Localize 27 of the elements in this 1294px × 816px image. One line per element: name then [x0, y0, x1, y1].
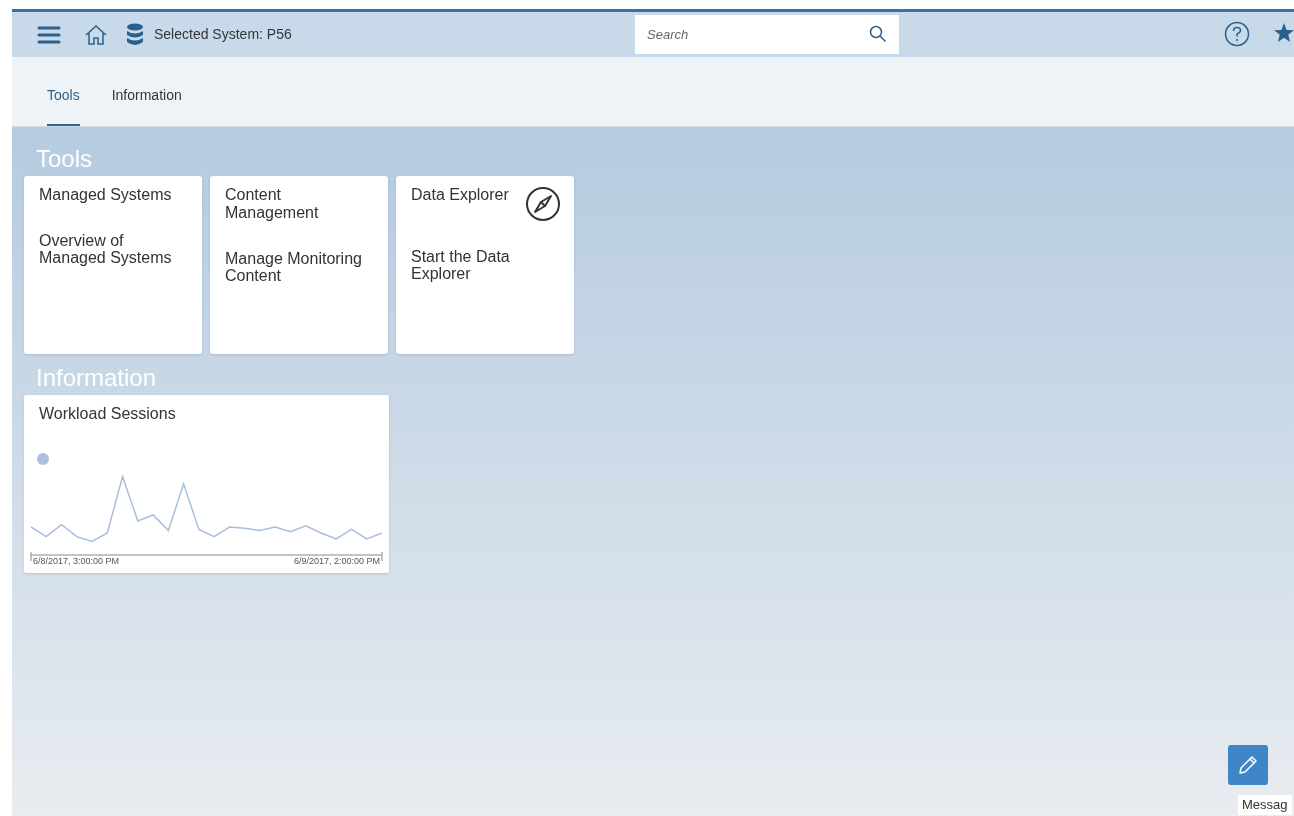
section-title: Tools	[36, 145, 94, 173]
tile-title: Content Management	[225, 186, 320, 222]
search-field[interactable]: Search	[635, 15, 899, 54]
legend-dot	[37, 453, 49, 465]
selected-system-label: Selected System: P56	[154, 25, 292, 44]
tab[interactable]: Information	[111, 84, 182, 126]
tile-subtitle: Overview of Managed Systems	[39, 232, 173, 266]
tile-subtitle: Manage Monitoring Content	[225, 250, 363, 284]
tile-title: Data Explorer	[411, 186, 510, 204]
home-icon[interactable]	[84, 22, 108, 47]
launch-tile[interactable]: Data Explorer Start the Data Explorer	[396, 176, 574, 354]
launch-tile[interactable]: Content Management Manage Monitoring Content	[210, 176, 388, 354]
menu-icon[interactable]	[37, 24, 61, 45]
tile-title: Managed Systems	[39, 186, 173, 204]
pencil-icon	[1238, 755, 1258, 775]
help-icon[interactable]	[1224, 21, 1250, 47]
message-label[interactable]: Messag	[1238, 795, 1292, 815]
tile-subtitle: Start the Data Explorer	[411, 248, 511, 282]
database-icon	[126, 22, 144, 47]
tile-title: Workload Sessions	[38, 405, 177, 423]
section-title: Information	[36, 364, 158, 392]
axis-label: 6/8/2017, 3:00:00 PM	[33, 556, 120, 567]
launch-tile[interactable]: Managed Systems Overview of Managed Systems	[24, 176, 202, 354]
edit-button[interactable]	[1228, 745, 1268, 785]
axis-label: 6/9/2017, 2:00:00 PM	[293, 556, 380, 567]
chart-tile[interactable]: Workload Sessions 6/8/2017, 3:00:00 PM 6/9/2017, 2:00:00 PM	[24, 395, 389, 573]
search-icon[interactable]	[869, 25, 887, 43]
